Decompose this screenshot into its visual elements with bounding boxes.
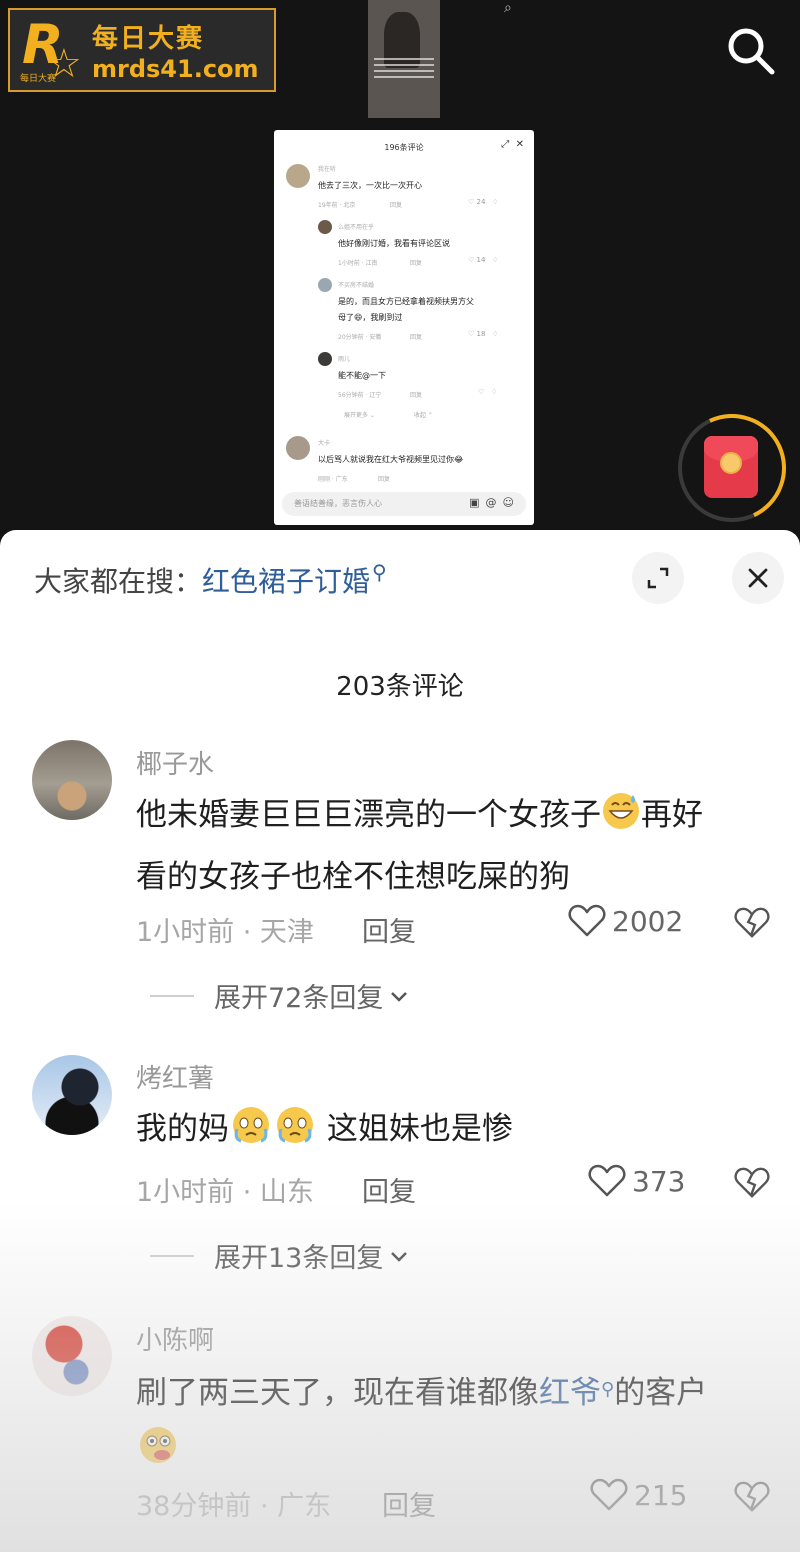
comment-meta: 1小时前 · 山东 <box>136 1177 314 1208</box>
mini-comment-name: 不买房不结婚 <box>338 282 375 289</box>
drooling-emoji-icon <box>136 1425 180 1483</box>
mini-comment-reply: 回复 <box>378 476 391 483</box>
mini-comment-text: 他去了三次，一次比一次开心 <box>318 181 422 190</box>
comment-username[interactable]: 小陈啊 <box>136 1320 214 1357</box>
mini-avatar <box>318 352 332 366</box>
mini-comment-text: 是的，而且女方已经拿着视频扶男方父 <box>338 297 474 306</box>
comment-text: 我的妈 这姐妹也是惨 <box>136 1101 766 1163</box>
watermark-logo: R ☆ 每日大赛 每日大赛 mrds41.com <box>8 8 276 92</box>
mini-avatar <box>286 436 310 460</box>
dislike-button[interactable] <box>734 1166 770 1204</box>
comment-count: 203条评论 <box>336 672 464 702</box>
mini-expand-more[interactable]: 展开更多 ⌄ <box>344 410 375 419</box>
comment-text: 刷了两三天了，现在看谁都像红爷⚲的客户 <box>136 1362 766 1483</box>
watermark-url: mrds41.com <box>92 54 259 83</box>
mini-panel-icons: ⤢ ✕ <box>501 139 524 150</box>
reply-button[interactable]: 回复 <box>362 1170 416 1209</box>
crying-emoji-icon <box>273 1105 317 1163</box>
dislike-button[interactable] <box>734 906 770 944</box>
mini-comment-meta: 20分钟前 · 安徽 <box>338 334 382 341</box>
expand-icon <box>647 567 669 589</box>
red-packet-icon[interactable] <box>662 398 800 538</box>
comment-meta: 1小时前 · 天津 <box>136 917 314 948</box>
like-button[interactable]: 373 <box>588 1164 685 1198</box>
chevron-down-icon <box>391 991 408 1002</box>
mini-comment-name: 雨儿 <box>338 356 351 363</box>
mini-comment-name: 么姐不用在乎 <box>338 224 375 231</box>
comment-meta: 38分钟前 · 广东 <box>136 1491 332 1522</box>
mini-avatar <box>318 278 332 292</box>
close-icon <box>748 568 768 588</box>
mini-comment-text: 以后骂人就说我在红大爷视频里见过你😂 <box>318 455 464 464</box>
trending-search-prefix: 大家都在搜： <box>34 565 203 598</box>
mini-comment-likes: ♡ 24 ♢ <box>468 198 499 206</box>
mini-comment-name: 我在听 <box>318 166 337 173</box>
mini-comment-panel: 196条评论 ⤢ ✕ 我在听 他去了三次，一次比一次开心 19年前 · 北京 回… <box>274 130 534 525</box>
mini-avatar <box>286 164 310 188</box>
trending-search-term[interactable]: 红色裙子订婚 <box>202 560 370 600</box>
close-button[interactable] <box>732 552 784 604</box>
comment-search-link[interactable]: 红爷⚲ <box>539 1375 614 1411</box>
reply-button[interactable]: 回复 <box>382 1484 436 1523</box>
mini-comment-input: 善语结善缘，恶言伤人心 ▣@☺ <box>282 492 526 516</box>
mini-comment-text: 母了😄，我刷到过 <box>338 313 403 322</box>
video-area[interactable]: ⌕ R ☆ 每日大赛 每日大赛 mrds41.com 196条评论 ⤢ ✕ 我在… <box>0 0 800 545</box>
like-count: 215 <box>634 1478 688 1512</box>
avatar[interactable] <box>32 740 112 820</box>
watermark-brand: 每日大赛 <box>92 23 205 54</box>
watermark-mark: R ☆ 每日大赛 <box>20 13 82 87</box>
comment-username[interactable]: 椰子水 <box>136 744 214 781</box>
mini-comment-meta: 19年前 · 北京 <box>318 202 356 209</box>
video-thumbnail <box>368 0 440 118</box>
mini-panel-title: 196条评论 <box>384 143 424 152</box>
heart-icon <box>590 1478 628 1511</box>
heart-icon <box>588 1164 626 1197</box>
comment-text: 他未婚妻巨巨巨漂亮的一个女孩子 再好 看的女孩子也栓不住想吃屎的狗 <box>136 787 766 905</box>
comment-username[interactable]: 烤红薯 <box>136 1058 214 1095</box>
avatar[interactable] <box>32 1055 112 1135</box>
comment-sheet: 大家都在搜： 红色裙子订婚 ⚲ 203条评论 椰子水 他未婚妻巨巨巨漂亮的一个女… <box>0 530 800 1552</box>
dislike-icon <box>734 907 770 938</box>
like-button[interactable]: 2002 <box>568 904 683 938</box>
mini-comment-reply: 回复 <box>390 202 403 209</box>
mini-comment-text: 能不能@一下 <box>338 371 386 380</box>
trending-search[interactable]: 大家都在搜： 红色裙子订婚 ⚲ <box>34 560 387 600</box>
mini-comment-meta: 刚刚 · 广东 <box>318 476 348 483</box>
mini-comment-likes: ♡ 18 ♢ <box>468 330 499 338</box>
search-icon[interactable] <box>724 24 778 78</box>
mini-search-icon: ⌕ <box>504 0 512 16</box>
expand-replies-button[interactable]: 展开13条回复 <box>150 1236 411 1275</box>
mini-comment-meta: 1小时前 · 江南 <box>338 260 378 267</box>
mini-comment-name: 大卡 <box>318 440 331 447</box>
avatar[interactable] <box>32 1316 112 1396</box>
mini-comment-reply: 回复 <box>410 334 423 341</box>
dislike-button[interactable] <box>734 1480 770 1518</box>
mini-comment-text: 他好像刚订婚，我看有评论区说 <box>338 239 450 248</box>
like-button[interactable]: 215 <box>590 1478 687 1512</box>
mini-avatar <box>318 220 332 234</box>
reply-button[interactable]: 回复 <box>362 910 416 949</box>
like-count: 2002 <box>612 904 684 938</box>
grin-sweat-emoji-icon <box>601 791 641 849</box>
dislike-icon <box>734 1481 770 1512</box>
expand-button[interactable] <box>632 552 684 604</box>
mini-comment-likes: ♡ ♢ <box>478 388 498 396</box>
dislike-icon <box>734 1167 770 1198</box>
mini-collapse[interactable]: 收起 ⌃ <box>414 410 433 419</box>
mini-comment-reply: 回复 <box>410 260 423 267</box>
crying-emoji-icon <box>229 1105 273 1163</box>
mini-comment-meta: 56分钟前 · 辽宁 <box>338 392 382 399</box>
heart-icon <box>568 904 606 937</box>
mini-comment-likes: ♡ 14 ♢ <box>468 256 499 264</box>
expand-replies-button[interactable]: 展开72条回复 <box>150 976 411 1015</box>
mini-comment-reply: 回复 <box>410 392 423 399</box>
chevron-down-icon <box>391 1251 408 1262</box>
like-count: 373 <box>632 1164 686 1198</box>
search-icon: ⚲ <box>372 560 387 584</box>
